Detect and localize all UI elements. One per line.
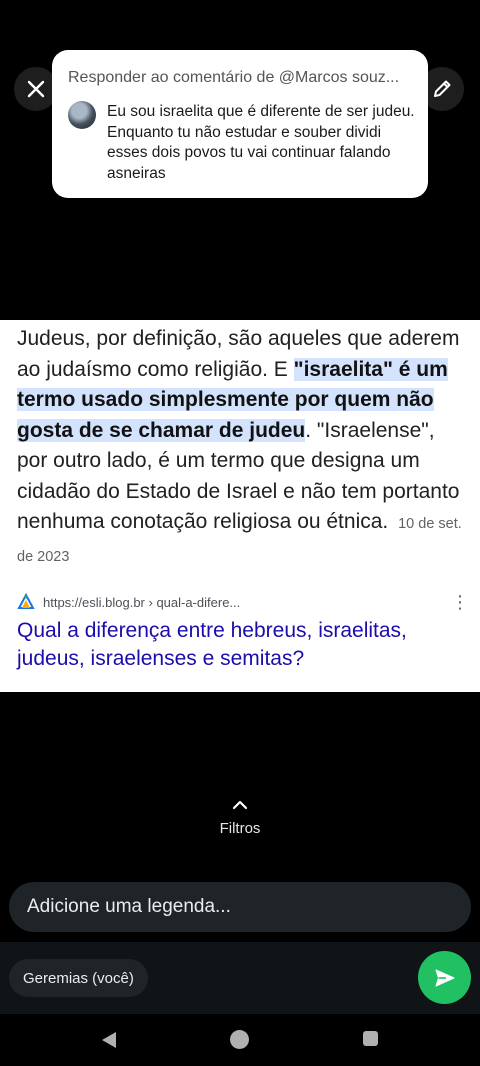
- send-button[interactable]: [418, 951, 471, 1004]
- send-icon: [435, 969, 454, 986]
- chevron-up-icon: [232, 800, 248, 810]
- search-snippet: Judeus, por definição, são aqueles que a…: [17, 324, 465, 572]
- recents-icon[interactable]: [363, 1031, 378, 1046]
- system-navigation-bar: [0, 1014, 480, 1066]
- blog-favicon-icon: [17, 593, 35, 609]
- reply-comment-text: Eu sou israelita que é diferente de ser …: [107, 103, 415, 182]
- recipient-bar: Geremias (você): [0, 942, 480, 1014]
- more-vert-icon: ⋮: [451, 592, 469, 612]
- filters-toggle[interactable]: Filtros: [0, 800, 480, 837]
- pencil-icon: [434, 80, 451, 97]
- caption-placeholder: Adicione uma legenda...: [27, 896, 231, 917]
- result-url: https://esli.blog.br › qual-a-difere...: [43, 594, 241, 610]
- recipient-label: Geremias (você): [23, 969, 134, 987]
- recipient-chip[interactable]: Geremias (você): [9, 959, 148, 997]
- result-source: https://esli.blog.br › qual-a-difere... …: [17, 592, 469, 612]
- back-icon[interactable]: [100, 1031, 118, 1049]
- search-result-screenshot: Judeus, por definição, são aqueles que a…: [0, 320, 480, 692]
- reply-header: Responder ao comentário de @Marcos souz.…: [68, 69, 400, 86]
- caption-input[interactable]: Adicione uma legenda...: [9, 882, 471, 932]
- reply-comment-card: Responder ao comentário de @Marcos souz.…: [52, 50, 428, 198]
- commenter-avatar: [68, 101, 96, 129]
- close-icon: [27, 80, 45, 98]
- home-icon[interactable]: [230, 1030, 249, 1049]
- filters-label: Filtros: [219, 820, 261, 837]
- result-title-link: Qual a diferença entre hebreus, israelit…: [17, 619, 407, 670]
